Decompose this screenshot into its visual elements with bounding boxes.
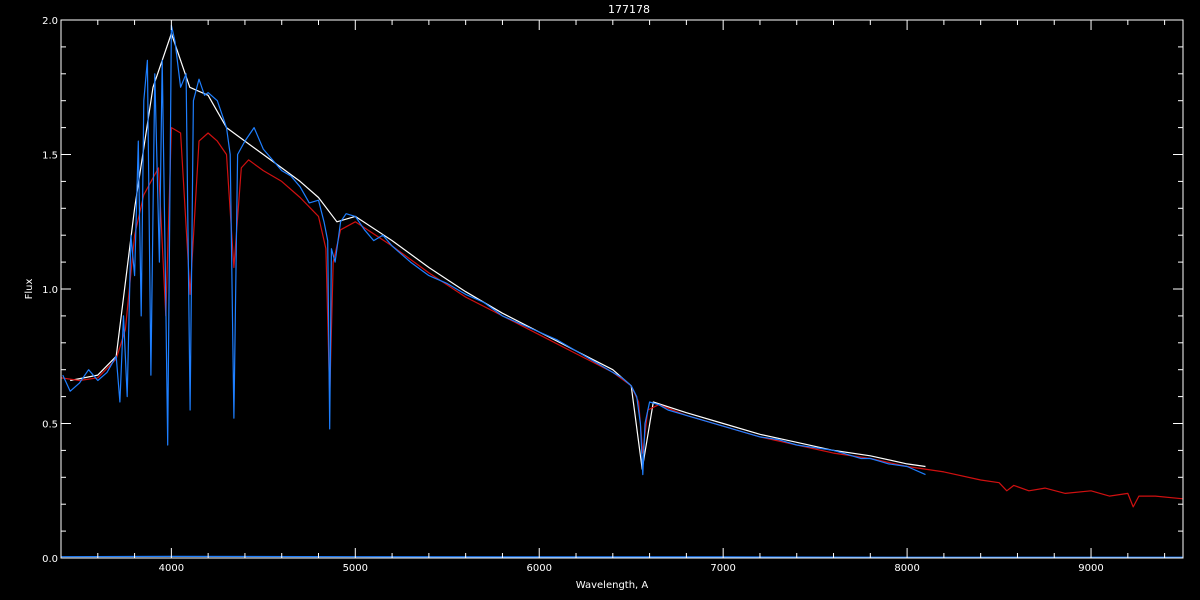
spectrum-chart: 177178 4000 5000 6000 7000 8000 9000 0.0 0.5 1.0…: [0, 0, 1200, 600]
x-tick-label: 8000: [894, 563, 919, 574]
chart-background: [0, 0, 1200, 600]
y-tick-label: 0.5: [42, 420, 58, 431]
x-tick-label: 7000: [710, 563, 735, 574]
y-axis-label: Flux: [24, 279, 35, 300]
x-tick-label: 6000: [527, 563, 552, 574]
y-tick-label: 2.0: [42, 16, 58, 27]
chart-title: 177178: [608, 3, 650, 16]
x-tick-label: 5000: [343, 563, 368, 574]
y-tick-label: 1.0: [42, 285, 58, 296]
x-tick-label: 9000: [1078, 563, 1103, 574]
y-tick-label: 1.5: [42, 151, 58, 162]
x-axis-label: Wavelength, A: [576, 580, 649, 591]
y-tick-label: 0.0: [42, 554, 58, 565]
x-tick-label: 4000: [159, 563, 184, 574]
